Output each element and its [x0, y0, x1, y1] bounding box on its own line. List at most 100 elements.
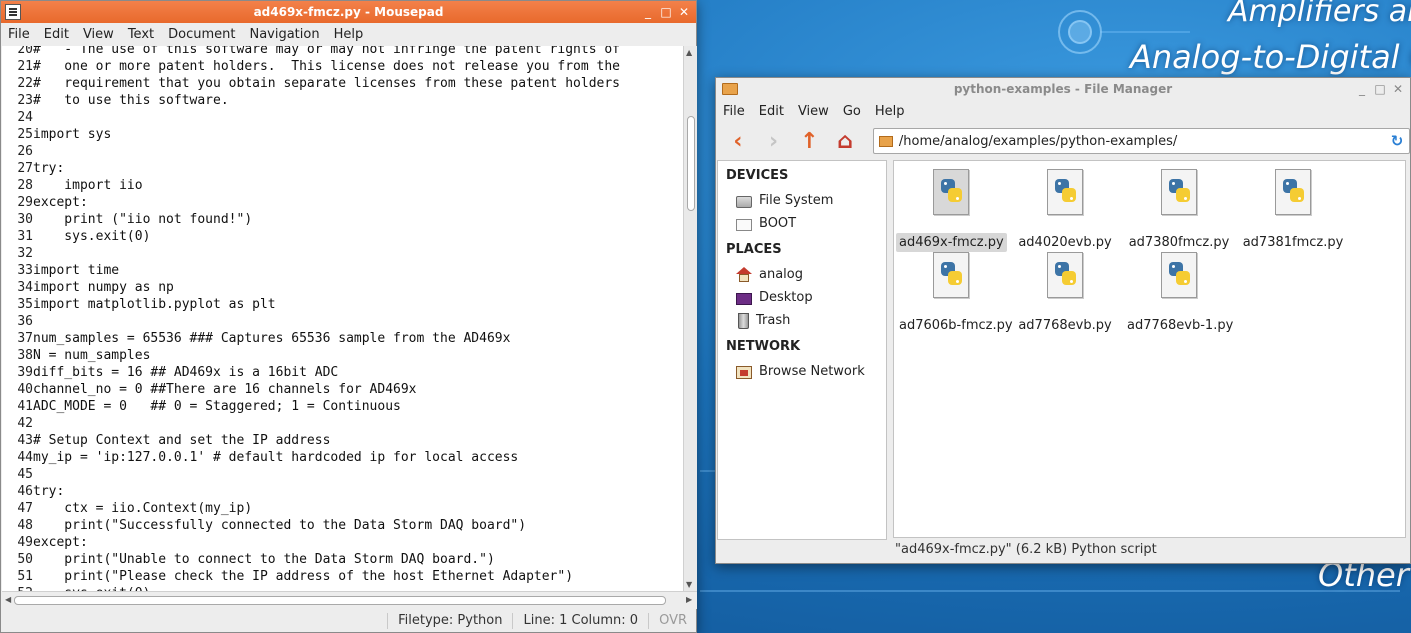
code-line[interactable]: 46 try:	[2, 483, 683, 500]
code-line[interactable]: 40 channel_no = 0 ##There are 16 channel…	[2, 381, 683, 398]
code-text[interactable]: # - The use of this software may or may …	[33, 46, 620, 58]
scroll-up-icon[interactable]: ▲	[686, 48, 692, 57]
scroll-left-icon[interactable]: ◀	[5, 595, 11, 604]
menu-navigation[interactable]: Navigation	[242, 27, 326, 42]
code-line[interactable]: 39 diff_bits = 16 ## AD469x is a 16bit A…	[2, 364, 683, 381]
code-line[interactable]: 35 import matplotlib.pyplot as plt	[2, 296, 683, 313]
code-line[interactable]: 43 # Setup Context and set the IP addres…	[2, 432, 683, 449]
file-item[interactable]: ad7768evb.py	[1010, 244, 1120, 333]
code-line[interactable]: 22 # requirement that you obtain separat…	[2, 75, 683, 92]
code-text[interactable]: import iio	[33, 177, 142, 194]
minimize-button[interactable]: _	[639, 3, 657, 21]
menu-help[interactable]: Help	[327, 27, 371, 42]
code-text[interactable]: print("Successfully connected to the Dat…	[33, 517, 526, 534]
code-text[interactable]: diff_bits = 16 ## AD469x is a 16bit ADC	[33, 364, 338, 381]
home-icon[interactable]: ⌂	[829, 126, 861, 156]
code-text[interactable]: # one or more patent holders. This licen…	[33, 58, 620, 75]
sidebar-item-browse-network[interactable]: Browse Network	[718, 360, 886, 383]
code-line[interactable]: 51 print("Please check the IP address of…	[2, 568, 683, 585]
menu-edit[interactable]: Edit	[37, 27, 76, 42]
back-arrow-icon[interactable]: ‹	[722, 126, 754, 156]
code-line[interactable]: 25 import sys	[2, 126, 683, 143]
code-text[interactable]: sys.exit(0)	[33, 228, 150, 245]
code-line[interactable]: 23 # to use this software.	[2, 92, 683, 109]
code-line[interactable]: 32	[2, 245, 683, 262]
menu-view[interactable]: View	[76, 27, 121, 42]
code-text[interactable]: N = num_samples	[33, 347, 150, 364]
code-text[interactable]: # Setup Context and set the IP address	[33, 432, 330, 449]
code-text[interactable]: import matplotlib.pyplot as plt	[33, 296, 276, 313]
menu-go[interactable]: Go	[836, 104, 868, 119]
file-item[interactable]: ad4020evb.py	[1010, 161, 1120, 250]
code-text[interactable]: channel_no = 0 ##There are 16 channels f…	[33, 381, 417, 398]
code-text[interactable]: # requirement that you obtain separate l…	[33, 75, 620, 92]
code-line[interactable]: 33 import time	[2, 262, 683, 279]
file-item[interactable]: ad469x-fmcz.py	[896, 161, 1007, 252]
code-line[interactable]: 49 except:	[2, 534, 683, 551]
file-item[interactable]: ad7380fmcz.py	[1124, 161, 1234, 250]
code-line[interactable]: 37 num_samples = 65536 ### Captures 6553…	[2, 330, 683, 347]
code-text[interactable]: print("Unable to connect to the Data Sto…	[33, 551, 494, 568]
code-text[interactable]: print ("iio not found!")	[33, 211, 252, 228]
maximize-button[interactable]: □	[1371, 80, 1389, 98]
menu-edit[interactable]: Edit	[752, 104, 791, 119]
menu-help[interactable]: Help	[868, 104, 912, 119]
code-line[interactable]: 45	[2, 466, 683, 483]
up-arrow-icon[interactable]: ↑	[793, 126, 825, 156]
location-bar[interactable]: /home/analog/examples/python-examples/ ↻	[872, 128, 1411, 154]
code-line[interactable]: 27 try:	[2, 160, 683, 177]
sidebar-item-analog[interactable]: analog	[718, 263, 886, 286]
sidebar-item-trash[interactable]: Trash	[718, 309, 886, 332]
folder-icon[interactable]	[722, 83, 738, 95]
menu-file[interactable]: File	[716, 104, 752, 119]
scrollbar-thumb[interactable]	[687, 116, 695, 211]
menu-file[interactable]: File	[1, 27, 37, 42]
sidebar-item-file-system[interactable]: File System	[718, 189, 886, 212]
code-line[interactable]: 31 sys.exit(0)	[2, 228, 683, 245]
code-text[interactable]: except:	[33, 194, 88, 211]
code-text[interactable]: ctx = iio.Context(my_ip)	[33, 500, 252, 517]
code-line[interactable]: 48 print("Successfully connected to the …	[2, 517, 683, 534]
code-line[interactable]: 44 my_ip = 'ip:127.0.0.1' # default hard…	[2, 449, 683, 466]
reload-icon[interactable]: ↻	[1385, 132, 1409, 150]
code-line[interactable]: 29 except:	[2, 194, 683, 211]
filetype-status[interactable]: Filetype: Python	[387, 613, 512, 629]
code-line[interactable]: 50 print("Unable to connect to the Data …	[2, 551, 683, 568]
file-manager-titlebar[interactable]: python-examples - File Manager _ □ ✕	[716, 78, 1410, 100]
maximize-button[interactable]: □	[657, 3, 675, 21]
code-line[interactable]: 24	[2, 109, 683, 126]
code-text[interactable]: print("Please check the IP address of th…	[33, 568, 573, 585]
code-line[interactable]: 28 import iio	[2, 177, 683, 194]
vertical-scrollbar[interactable]: ▲ ▼	[683, 46, 697, 591]
code-text[interactable]: my_ip = 'ip:127.0.0.1' # default hardcod…	[33, 449, 518, 466]
file-view[interactable]: ad469x-fmcz.py ad4020evb.py ad7380fmcz.py a…	[893, 160, 1406, 538]
code-text[interactable]: try:	[33, 160, 64, 177]
sidebar-item-desktop[interactable]: Desktop	[718, 286, 886, 309]
overwrite-mode-status[interactable]: OVR	[648, 613, 697, 629]
code-line[interactable]: 26	[2, 143, 683, 160]
code-line[interactable]: 38 N = num_samples	[2, 347, 683, 364]
location-path[interactable]: /home/analog/examples/python-examples/	[899, 134, 1385, 149]
code-text[interactable]: # to use this software.	[33, 92, 229, 109]
menu-view[interactable]: View	[791, 104, 836, 119]
code-line[interactable]: 47 ctx = iio.Context(my_ip)	[2, 500, 683, 517]
file-item[interactable]: ad7768evb-1.py	[1124, 244, 1234, 333]
code-editor[interactable]: 20 # - The use of this software may or m…	[2, 46, 683, 591]
code-line[interactable]: 34 import numpy as np	[2, 279, 683, 296]
code-line[interactable]: 20 # - The use of this software may or m…	[2, 46, 683, 58]
code-text[interactable]: import time	[33, 262, 119, 279]
code-line[interactable]: 42	[2, 415, 683, 432]
menu-text[interactable]: Text	[121, 27, 161, 42]
file-item[interactable]: ad7381fmcz.py	[1238, 161, 1348, 250]
scroll-right-icon[interactable]: ▶	[686, 595, 692, 604]
code-text[interactable]: try:	[33, 483, 64, 500]
code-line[interactable]: 21 # one or more patent holders. This li…	[2, 58, 683, 75]
code-line[interactable]: 41 ADC_MODE = 0 ## 0 = Staggered; 1 = Co…	[2, 398, 683, 415]
code-text[interactable]: import sys	[33, 126, 111, 143]
sidebar-item-boot[interactable]: BOOT	[718, 212, 886, 235]
close-button[interactable]: ✕	[675, 3, 693, 21]
menu-document[interactable]: Document	[161, 27, 242, 42]
forward-arrow-icon[interactable]: ›	[758, 126, 790, 156]
file-item[interactable]: ad7606b-fmcz.py	[896, 244, 1013, 333]
minimize-button[interactable]: _	[1353, 80, 1371, 98]
